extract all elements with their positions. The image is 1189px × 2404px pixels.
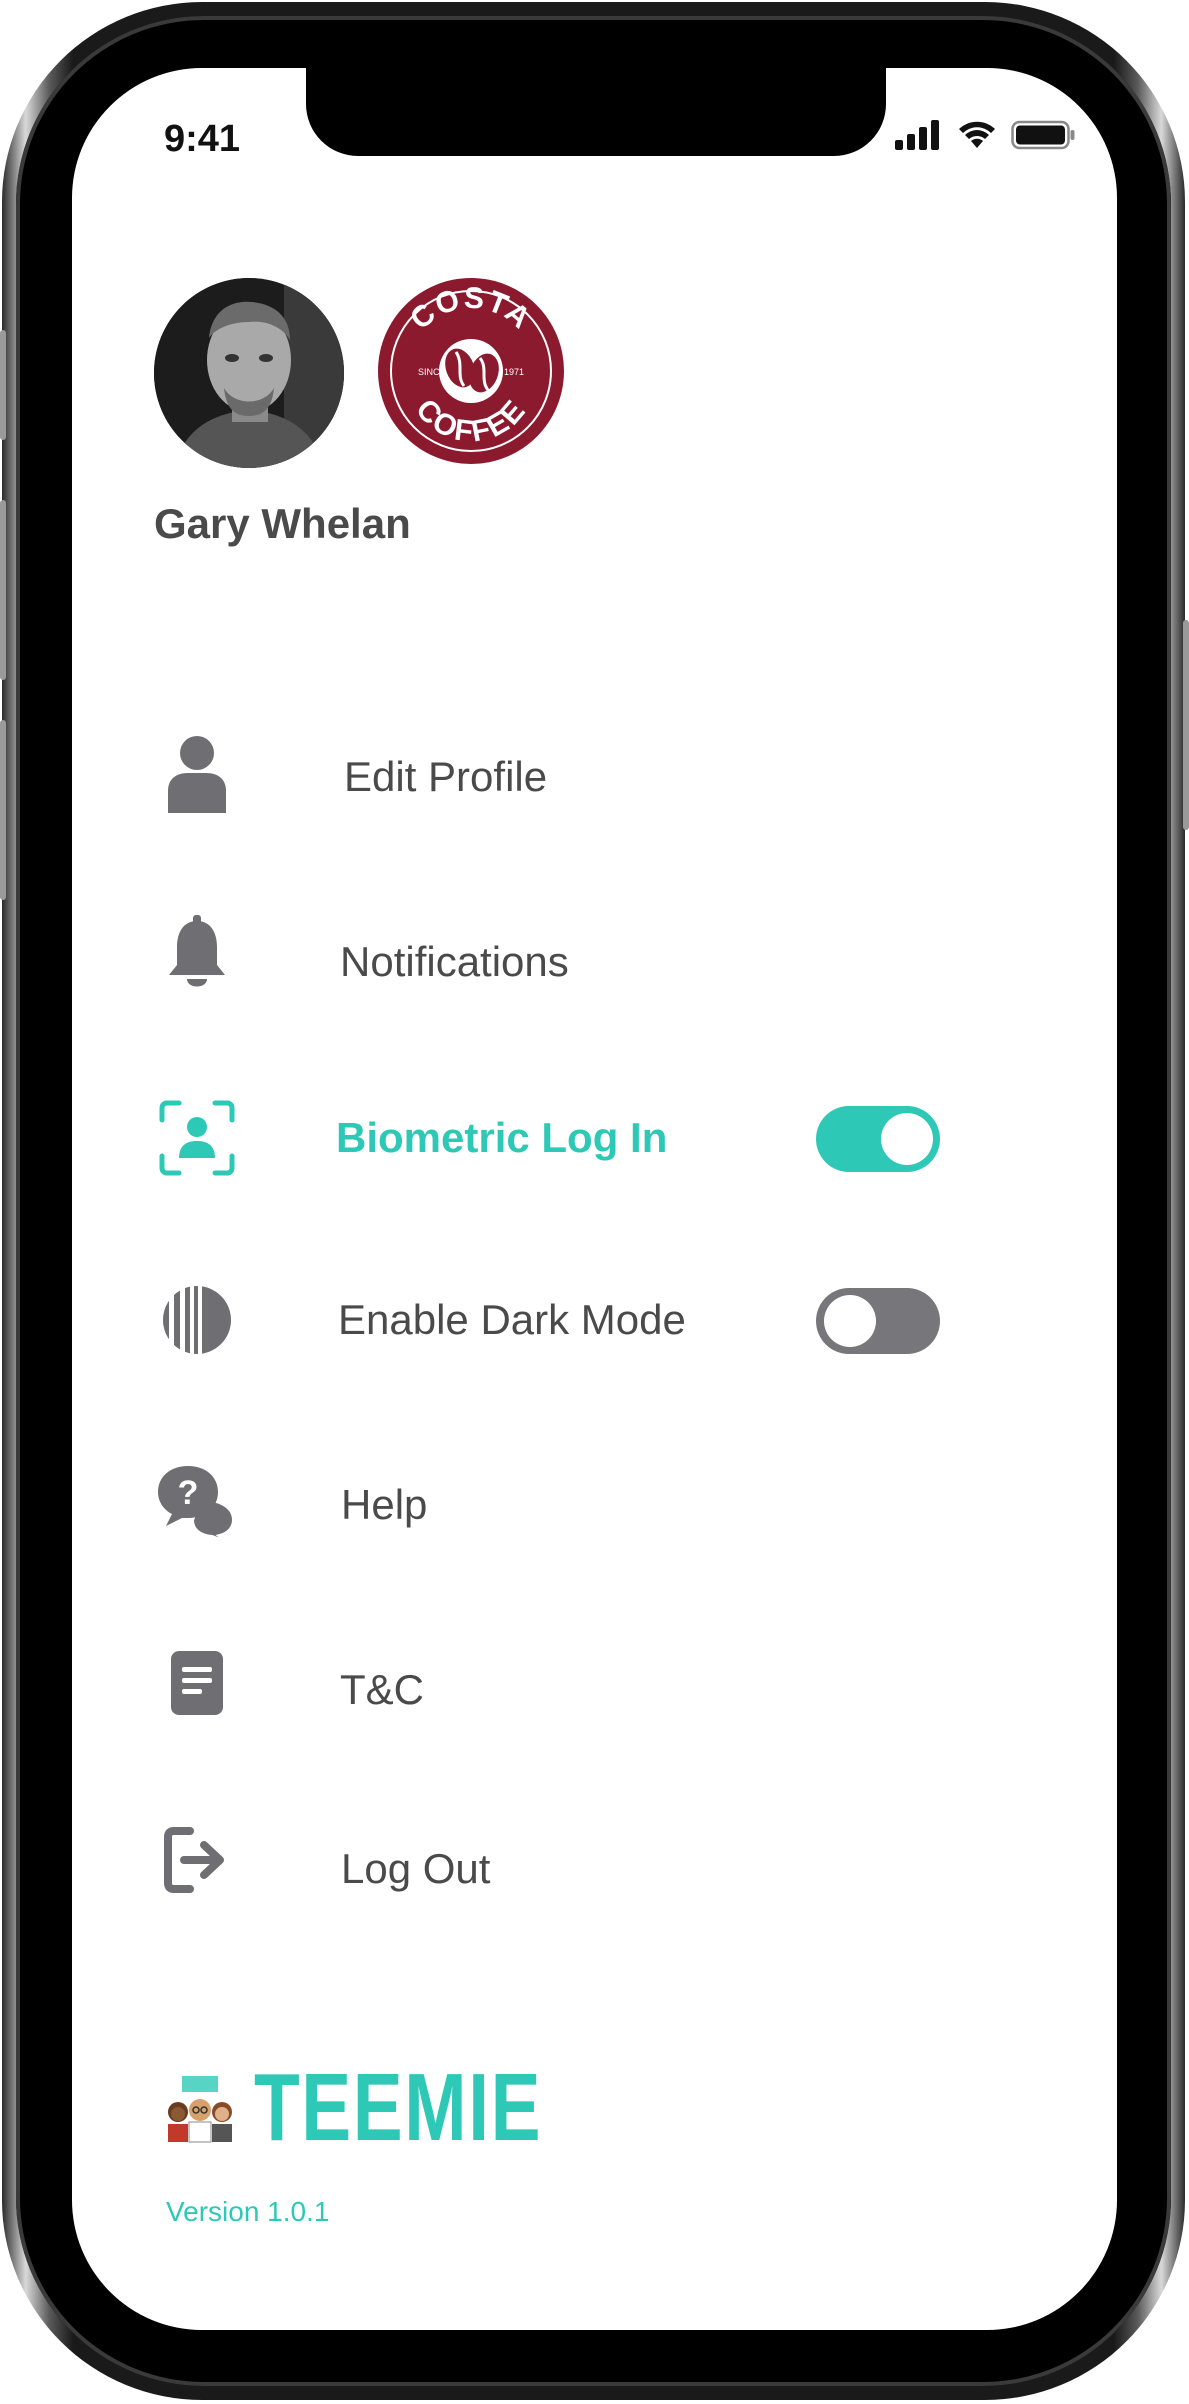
menu-item-terms[interactable]: T&C [72,1628,1117,1748]
user-name: Gary Whelan [154,500,411,547]
menu-item-help[interactable]: ? Help [72,1443,1117,1563]
menu-item-edit-profile[interactable]: Edit Profile [72,713,1117,833]
battery-icon [1011,120,1075,150]
dark-mode-toggle[interactable] [816,1288,940,1354]
brand-logo: COSTA COFFEE SINCE 1971 [378,278,564,464]
side-button-right [1183,620,1189,830]
toggle-knob [824,1295,876,1347]
face-scan-icon [152,1093,242,1183]
menu-label-notifications: Notifications [340,938,569,985]
user-avatar[interactable] [154,278,344,468]
menu-label-biometric: Biometric Log In [336,1114,668,1161]
wifi-icon [959,121,995,148]
help-chat-icon: ? [152,1458,242,1548]
document-icon [152,1638,242,1728]
menu-item-logout[interactable]: Log Out [72,1803,1117,1923]
avatar-photo-icon [154,278,344,468]
brand-logo-year: 1971 [504,367,524,377]
side-button-left-3 [0,720,6,900]
side-button-left-2 [0,500,6,680]
toggle-knob [881,1113,933,1165]
side-button-left [0,330,6,440]
menu-item-biometric[interactable]: Biometric Log In [72,1078,1117,1198]
menu-label-help: Help [341,1481,428,1528]
status-icons [895,120,1075,150]
biometric-toggle[interactable] [816,1106,940,1172]
logout-icon [152,1815,242,1905]
menu-label-dark-mode: Enable Dark Mode [338,1296,686,1343]
footer-brand: TEEMIE [254,2054,543,2161]
menu-label-logout: Log Out [341,1845,491,1892]
app-screen: 9:41 COSTA COFFEE SINCE 1971 Gary Whelan… [72,68,1117,2330]
bell-icon [152,908,242,998]
notch [306,68,886,156]
menu-item-dark-mode[interactable]: Enable Dark Mode [72,1260,1117,1380]
menu-item-notifications[interactable]: Notifications [72,898,1117,1018]
dark-mode-icon [152,1275,242,1365]
status-time: 9:41 [164,118,241,160]
team-mascot-icon [168,2076,232,2143]
svg-text:?: ? [178,1474,199,1512]
menu-label-terms: T&C [340,1666,424,1713]
user-icon [152,728,242,818]
app-version: Version 1.0.1 [166,2196,330,2227]
signal-icon [895,120,939,150]
menu-label-edit-profile: Edit Profile [344,753,548,800]
footer-logo: TEEMIE [164,2053,623,2163]
